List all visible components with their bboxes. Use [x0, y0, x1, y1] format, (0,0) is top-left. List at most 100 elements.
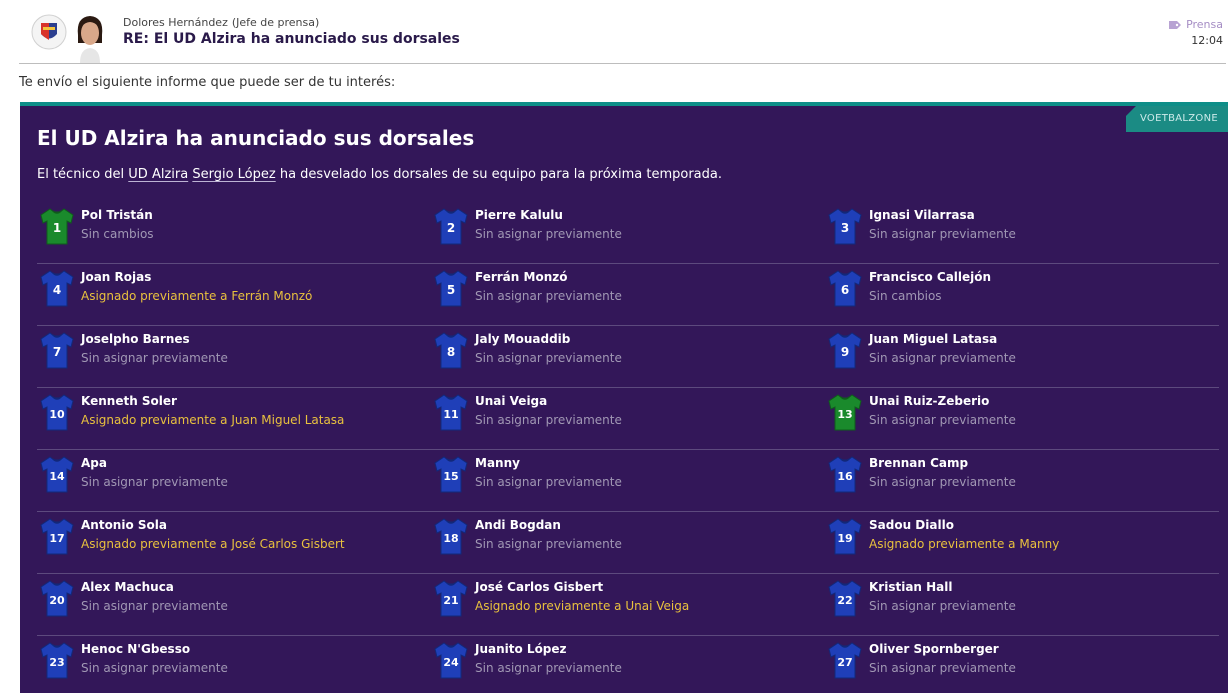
- player-name-link[interactable]: Joan Rojas: [81, 270, 151, 284]
- shirt-icon: 23: [38, 640, 76, 680]
- number-status: Sin asignar previamente: [475, 351, 622, 365]
- number-status: Sin cambios: [869, 289, 942, 303]
- squad-number-row: 21 José Carlos Gisbert Asignado previament…: [431, 574, 825, 636]
- player-name-link[interactable]: Jaly Mouaddib: [475, 332, 570, 346]
- number-status: Sin asignar previamente: [81, 661, 228, 675]
- player-name-link[interactable]: Sadou Diallo: [869, 518, 954, 532]
- shirt-number: 7: [53, 345, 61, 359]
- shirt-icon: 7: [38, 330, 76, 370]
- player-name-link[interactable]: Kenneth Soler: [81, 394, 177, 408]
- shirt-number: 13: [837, 408, 852, 421]
- coach-link[interactable]: Sergio López: [192, 167, 275, 182]
- player-name-link[interactable]: Francisco Callejón: [869, 270, 991, 284]
- squad-number-row: 2 Pierre Kalulu Sin asignar previamente: [431, 202, 825, 264]
- player-name-link[interactable]: Pierre Kalulu: [475, 208, 563, 222]
- player-name-link[interactable]: Ferrán Monzó: [475, 270, 567, 284]
- message-intro: Te envío el siguiente informe que puede …: [19, 75, 396, 90]
- player-name-link[interactable]: Joselpho Barnes: [81, 332, 190, 346]
- shirt-icon: 11: [432, 392, 470, 432]
- player-name-link[interactable]: Pol Tristán: [81, 208, 153, 222]
- shirt-number: 2: [447, 221, 455, 235]
- number-status: Sin asignar previamente: [869, 475, 1016, 489]
- squad-number-row: 18 Andi Bogdan Sin asignar previamente: [431, 512, 825, 574]
- player-name-link[interactable]: Kristian Hall: [869, 580, 953, 594]
- shirt-number: 21: [443, 594, 458, 607]
- player-name-link[interactable]: Manny: [475, 456, 520, 470]
- player-name-link[interactable]: Ignasi Vilarrasa: [869, 208, 975, 222]
- source-badge: VOETBALZONE: [1125, 106, 1228, 132]
- player-name-link[interactable]: Brennan Camp: [869, 456, 968, 470]
- squad-number-row: 3 Ignasi Vilarrasa Sin asignar previamente: [825, 202, 1219, 264]
- shirt-number: 8: [447, 345, 455, 359]
- player-name-link[interactable]: Andi Bogdan: [475, 518, 561, 532]
- shirt-icon: 14: [38, 454, 76, 494]
- avatar[interactable]: [72, 13, 108, 63]
- sender-name[interactable]: Dolores Hernández: [123, 16, 228, 29]
- shirt-icon: 3: [826, 206, 864, 246]
- squad-number-row: 19 Sadou Diallo Asignado previamente a Man…: [825, 512, 1219, 574]
- number-status: Sin cambios: [81, 227, 154, 241]
- shirt-icon: 4: [38, 268, 76, 308]
- shirt-number: 1: [53, 221, 61, 235]
- number-status: Asignado previamente a Manny: [869, 537, 1060, 551]
- squad-number-row: 6 Francisco Callejón Sin cambios: [825, 264, 1219, 326]
- shirt-icon: 19: [826, 516, 864, 556]
- squad-number-row: 7 Joselpho Barnes Sin asignar previamente: [37, 326, 431, 388]
- club-link[interactable]: UD Alzira: [128, 167, 188, 182]
- shirt-number: 10: [49, 408, 65, 421]
- number-status: Sin asignar previamente: [475, 227, 622, 241]
- shirt-number: 19: [837, 532, 852, 545]
- player-name-link[interactable]: Alex Machuca: [81, 580, 174, 594]
- number-status: Sin asignar previamente: [869, 661, 1016, 675]
- club-crest-icon[interactable]: [31, 14, 67, 50]
- squad-number-row: 20 Alex Machuca Sin asignar previamente: [37, 574, 431, 636]
- shirt-icon: 6: [826, 268, 864, 308]
- player-name-link[interactable]: Unai Ruiz-Zeberio: [869, 394, 989, 408]
- shirt-number: 27: [837, 656, 852, 669]
- squad-number-row: 11 Unai Veiga Sin asignar previamente: [431, 388, 825, 450]
- category-tag[interactable]: Prensa: [1169, 18, 1223, 31]
- category-label: Prensa: [1186, 18, 1223, 31]
- player-name-link[interactable]: Oliver Spornberger: [869, 642, 999, 656]
- number-status: Sin asignar previamente: [475, 661, 622, 675]
- shirt-icon: 9: [826, 330, 864, 370]
- shirt-number: 23: [49, 656, 64, 669]
- number-status: Sin asignar previamente: [475, 537, 622, 551]
- shirt-icon: 27: [826, 640, 864, 680]
- player-name-link[interactable]: Juan Miguel Latasa: [869, 332, 997, 346]
- sender-line: Dolores Hernández (Jefe de prensa): [123, 16, 319, 29]
- body-suffix: ha desvelado los dorsales de su equipo p…: [275, 167, 722, 182]
- player-name-link[interactable]: Antonio Sola: [81, 518, 167, 532]
- number-status: Asignado previamente a Juan Miguel Latas…: [81, 413, 345, 427]
- shirt-icon: 5: [432, 268, 470, 308]
- squad-number-row: 13 Unai Ruiz-Zeberio Sin asignar previamen…: [825, 388, 1219, 450]
- message-subject: RE: El UD Alzira ha anunciado sus dorsal…: [123, 31, 460, 47]
- shirt-number: 4: [53, 283, 61, 297]
- number-status: Asignado previamente a Unai Veiga: [475, 599, 690, 613]
- player-name-link[interactable]: Henoc N'Gbesso: [81, 642, 190, 656]
- number-status: Sin asignar previamente: [869, 599, 1016, 613]
- squad-number-row: 8 Jaly Mouaddib Sin asignar previamente: [431, 326, 825, 388]
- shirt-icon: 20: [38, 578, 76, 618]
- tag-icon: [1169, 20, 1182, 29]
- shirt-icon: 15: [432, 454, 470, 494]
- squad-number-row: 22 Kristian Hall Sin asignar previamente: [825, 574, 1219, 636]
- article-body: El técnico del UD Alzira Sergio López ha…: [37, 167, 722, 182]
- squad-number-row: 4 Joan Rojas Asignado previamente a Ferrán…: [37, 264, 431, 326]
- number-status: Sin asignar previamente: [475, 413, 622, 427]
- player-name-link[interactable]: Juanito López: [475, 642, 567, 656]
- number-status: Sin asignar previamente: [869, 227, 1016, 241]
- squad-number-row: 16 Brennan Camp Sin asignar previamente: [825, 450, 1219, 512]
- shirt-icon: 2: [432, 206, 470, 246]
- number-status: Asignado previamente a José Carlos Gisbe…: [81, 537, 345, 551]
- number-status: Sin asignar previamente: [475, 289, 622, 303]
- shirt-number: 20: [49, 594, 65, 607]
- squad-number-grid: 1 Pol Tristán Sin cambios 2 Pierre Kalulu Sin…: [37, 202, 1219, 693]
- squad-number-row: 24 Juanito López Sin asignar previamente: [431, 636, 825, 693]
- player-name-link[interactable]: José Carlos Gisbert: [475, 580, 603, 594]
- player-name-link[interactable]: Apa: [81, 456, 107, 470]
- goalkeeper-shirt-icon: 13: [826, 392, 864, 432]
- squad-number-row: 1 Pol Tristán Sin cambios: [37, 202, 431, 264]
- shirt-number: 3: [841, 221, 849, 235]
- player-name-link[interactable]: Unai Veiga: [475, 394, 547, 408]
